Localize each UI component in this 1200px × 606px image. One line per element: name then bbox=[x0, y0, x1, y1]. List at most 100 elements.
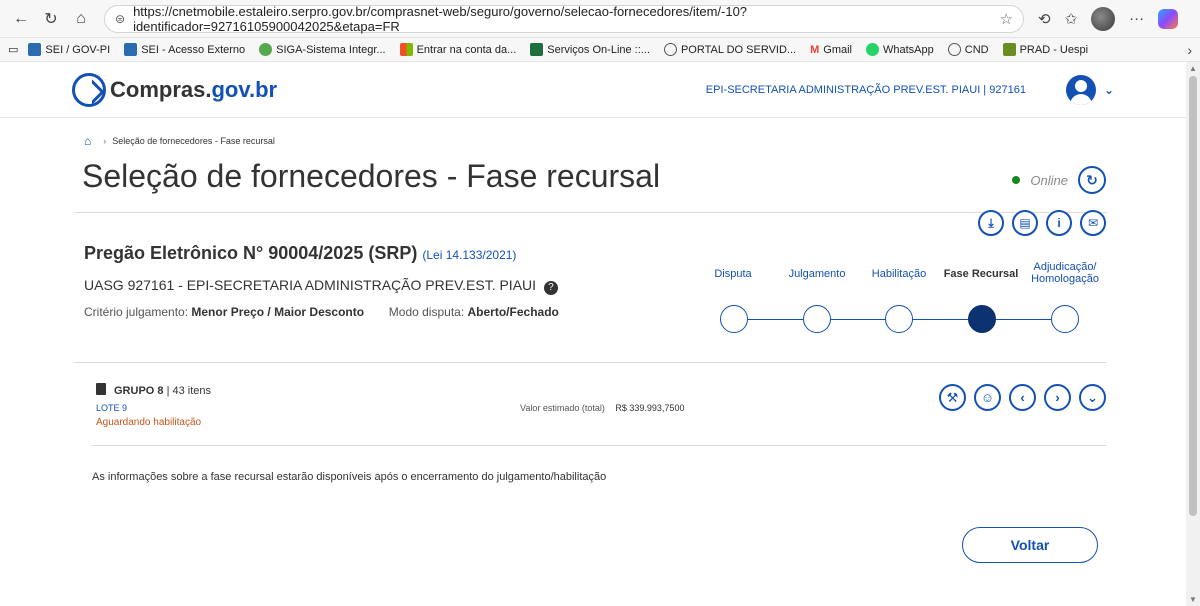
bookmarks-tab-icon[interactable]: ▭ bbox=[8, 43, 18, 56]
info-message: As informações sobre a fase recursal est… bbox=[92, 471, 607, 483]
grupo-actions: ⚒ ☺ ‹ › ⌄ bbox=[939, 384, 1106, 411]
extensions-icon[interactable]: ⟲ bbox=[1038, 10, 1051, 28]
grupo-itens: | 43 itens bbox=[166, 385, 212, 397]
back-icon[interactable]: ← bbox=[8, 6, 34, 32]
bookmark-item[interactable]: WhatsApp bbox=[866, 43, 934, 56]
step-circle-adjudicacao[interactable] bbox=[1051, 305, 1079, 333]
home-icon[interactable]: ⌂ bbox=[68, 6, 94, 32]
address-bar[interactable]: ⊜ https://cnetmobile.estaleiro.serpro.go… bbox=[104, 4, 1024, 34]
step-julgamento[interactable]: Julgamento bbox=[772, 268, 862, 280]
page-title: Seleção de fornecedores - Fase recursal bbox=[82, 158, 661, 194]
chevron-down-icon[interactable]: ⌄ bbox=[1079, 384, 1106, 411]
gmail-icon: M bbox=[810, 43, 820, 56]
gavel-icon[interactable]: ⚒ bbox=[939, 384, 966, 411]
step-circle-fase-recursal[interactable] bbox=[968, 305, 996, 333]
user-check-icon[interactable]: ☺ bbox=[974, 384, 1001, 411]
scroll-down-icon[interactable]: ▼ bbox=[1189, 595, 1197, 604]
profile-avatar[interactable] bbox=[1091, 6, 1116, 31]
valor-estimado: Valor estimado (total) R$ 339.993,7500 bbox=[520, 403, 684, 413]
bookmark-item[interactable]: CND bbox=[947, 43, 989, 56]
app-content: Compras. gov.br EPI-SECRETARIA ADMINISTRA… bbox=[0, 62, 1186, 606]
divider bbox=[74, 212, 1107, 213]
chevron-right-icon[interactable]: › bbox=[1187, 42, 1192, 58]
step-circle-habilitacao[interactable] bbox=[885, 305, 913, 333]
user-menu[interactable]: ⌄ bbox=[1065, 74, 1114, 105]
bookmark-item[interactable]: PRAD - Uespi bbox=[1002, 43, 1088, 56]
sei-icon bbox=[28, 43, 42, 56]
envelope-icon[interactable]: ✉ bbox=[1080, 210, 1106, 236]
uasg-line: UASG 927161 - EPI-SECRETARIA ADMINISTRAÇ… bbox=[84, 277, 558, 295]
breadcrumb-current: Seleção de fornecedores - Fase recursal bbox=[112, 136, 275, 146]
valor-value: R$ 339.993,7500 bbox=[615, 403, 685, 413]
bookmark-item[interactable]: Entrar na conta da... bbox=[399, 43, 516, 56]
home-icon[interactable]: ⌂ bbox=[84, 134, 91, 148]
bookmarks-bar: ▭ SEI / GOV-PI SEI - Acesso Externo SIGA… bbox=[0, 38, 1200, 62]
criterio-label: Critério julgamento: bbox=[84, 305, 189, 319]
user-avatar-icon[interactable] bbox=[1065, 74, 1096, 105]
whatsapp-icon bbox=[866, 43, 879, 56]
modo-label: Modo disputa: bbox=[388, 305, 465, 319]
lote-label: LOTE 9 bbox=[96, 403, 128, 413]
more-menu-icon[interactable]: ··· bbox=[1129, 10, 1144, 27]
copilot-icon[interactable] bbox=[1158, 8, 1179, 29]
question-icon[interactable]: ? bbox=[543, 281, 558, 295]
clipboard-icon[interactable]: ▤ bbox=[1012, 210, 1038, 236]
step-habilitacao[interactable]: Habilitação bbox=[854, 268, 944, 280]
lei-link[interactable]: (Lei 14.133/2021) bbox=[422, 248, 516, 262]
pregao-title: Pregão Eletrônico N° 90004/2025 (SRP) (L… bbox=[84, 243, 516, 264]
valor-label: Valor estimado (total) bbox=[520, 403, 605, 413]
step-circle-disputa[interactable] bbox=[720, 305, 748, 333]
scroll-up-icon[interactable]: ▲ bbox=[1189, 64, 1197, 73]
bank-icon bbox=[530, 43, 544, 56]
step-fase-recursal[interactable]: Fase Recursal bbox=[936, 268, 1026, 280]
browser-toolbar: ← ↻ ⌂ ⊜ https://cnetmobile.estaleiro.ser… bbox=[0, 0, 1200, 38]
divider bbox=[74, 362, 1107, 363]
download-icon[interactable]: ⤓ bbox=[978, 210, 1004, 236]
compras-logo[interactable]: Compras. gov.br bbox=[72, 72, 277, 107]
chevron-right-icon: › bbox=[103, 136, 107, 146]
prad-icon bbox=[1002, 43, 1016, 56]
scrollbar-thumb[interactable] bbox=[1189, 76, 1197, 516]
status-dot bbox=[1012, 176, 1021, 184]
url-text[interactable]: https://cnetmobile.estaleiro.serpro.gov.… bbox=[133, 4, 999, 34]
criterio-value: Menor Preço / Maior Desconto bbox=[191, 305, 365, 319]
favorites-icon[interactable]: ✩ bbox=[1065, 10, 1078, 28]
status-online: Online ↻ bbox=[1012, 166, 1106, 194]
criterio-line: Critério julgamento: Menor Preço / Maior… bbox=[84, 305, 559, 319]
clipboard-list-icon bbox=[96, 383, 106, 395]
step-adjudicacao[interactable]: Adjudicação/ Homologação bbox=[1020, 261, 1110, 285]
chevron-right-icon[interactable]: › bbox=[1044, 384, 1071, 411]
favorite-star-icon[interactable]: ☆ bbox=[1000, 10, 1013, 28]
chevron-left-icon[interactable]: ‹ bbox=[1009, 384, 1036, 411]
uasg-text: UASG 927161 - EPI-SECRETARIA ADMINISTRAÇ… bbox=[84, 277, 537, 293]
step-disputa[interactable]: Disputa bbox=[688, 268, 778, 280]
globe-icon bbox=[259, 43, 273, 56]
compras-logo-icon bbox=[72, 72, 106, 107]
microsoft-icon bbox=[399, 43, 413, 56]
bookmark-item[interactable]: SEI / GOV-PI bbox=[28, 43, 110, 56]
bookmark-item[interactable]: SEI - Acesso Externo bbox=[124, 43, 245, 56]
chevron-down-icon[interactable]: ⌄ bbox=[1104, 83, 1114, 97]
status-text: Online bbox=[1030, 172, 1068, 188]
grupo-status: Aguardando habilitação bbox=[96, 417, 202, 428]
bookmark-item[interactable]: Serviços On-Line ::... bbox=[530, 43, 650, 56]
grupo-header: GRUPO 8 | 43 itens bbox=[96, 383, 211, 397]
site-info-icon[interactable]: ⊜ bbox=[115, 12, 125, 26]
bookmark-item[interactable]: SIGA-Sistema Integr... bbox=[259, 43, 386, 56]
pregao-number: Pregão Eletrônico N° 90004/2025 (SRP) bbox=[84, 243, 418, 263]
app-header: Compras. gov.br EPI-SECRETARIA ADMINISTRA… bbox=[0, 62, 1186, 118]
voltar-button[interactable]: Voltar bbox=[962, 527, 1098, 563]
step-circle-julgamento[interactable] bbox=[803, 305, 831, 333]
globe-icon bbox=[663, 43, 677, 56]
reload-icon[interactable]: ↻ bbox=[38, 6, 64, 32]
header-actions: ⤓ ▤ i ✉ bbox=[978, 210, 1106, 236]
breadcrumb: ⌂ › Seleção de fornecedores - Fase recur… bbox=[84, 134, 275, 148]
scrollbar[interactable]: ▲ ▼ bbox=[1186, 62, 1200, 606]
globe-icon bbox=[947, 43, 961, 56]
info-icon[interactable]: i bbox=[1046, 210, 1072, 236]
sei-icon bbox=[124, 43, 138, 56]
bookmark-item[interactable]: PORTAL DO SERVID... bbox=[663, 43, 796, 56]
bookmark-item[interactable]: M Gmail bbox=[810, 44, 852, 56]
logo-text: Compras. bbox=[110, 76, 212, 102]
refresh-button[interactable]: ↻ bbox=[1078, 166, 1106, 194]
